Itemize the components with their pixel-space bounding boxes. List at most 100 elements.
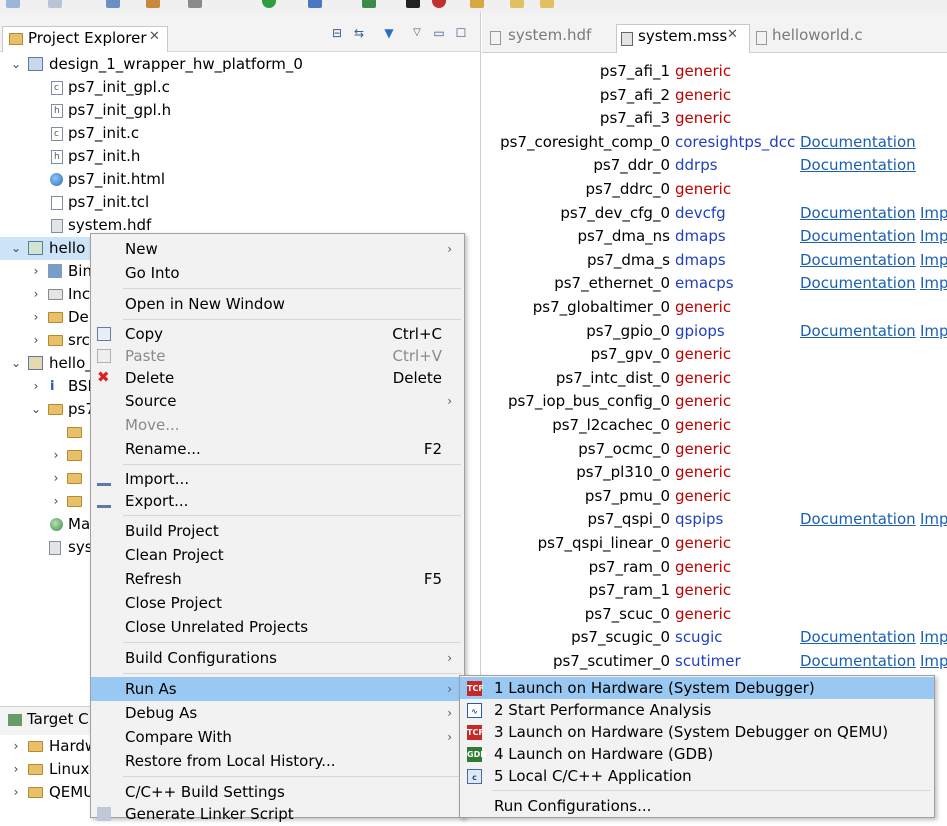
import-examples-link[interactable]: Imp (920, 271, 947, 295)
menu-item-delete[interactable]: ✖ Delete Delete (91, 366, 464, 390)
menu-item-close-project[interactable]: Close Project (91, 591, 464, 615)
close-icon[interactable]: ✕ (149, 29, 160, 44)
import-examples-link[interactable]: Imp (920, 649, 947, 673)
tab-helloworld-c[interactable]: helloworld.c (752, 24, 947, 52)
menu-item-debug-as[interactable]: Debug As › (91, 701, 464, 725)
chevron-right-icon[interactable]: › (30, 260, 42, 283)
tree-item-bsp-project[interactable]: ⌄ hello_ (0, 352, 93, 375)
import-examples-link[interactable]: Imp (920, 507, 947, 531)
tab-system-mss[interactable]: system.mss ✕ (616, 24, 750, 53)
collapse-all-icon[interactable]: ⊟ (330, 26, 344, 40)
documentation-link[interactable]: Documentation (800, 649, 916, 673)
binary-icon[interactable] (188, 0, 202, 8)
tab-target-connections[interactable]: Target C (27, 710, 89, 728)
menu-item-run-as[interactable]: Run As › (91, 677, 464, 701)
menu-item-copy[interactable]: Copy Ctrl+C (91, 322, 464, 346)
view-menu-icon[interactable]: ▽ (410, 26, 424, 40)
tree-item[interactable]: › Inc (0, 283, 91, 306)
menu-item-rename[interactable]: Rename... F2 (91, 437, 464, 461)
tree-item-file[interactable]: ps7_init_gpl.h (0, 99, 480, 123)
chevron-right-icon[interactable]: › (30, 283, 42, 306)
submenu-item-start-performance-analysis[interactable]: ∿ 2 Start Performance Analysis (460, 699, 934, 721)
back-icon[interactable] (510, 0, 524, 8)
stop-icon[interactable] (432, 0, 446, 8)
menu-item-build-project[interactable]: Build Project (91, 519, 464, 543)
minimize-icon[interactable]: ▭ (432, 26, 446, 40)
menu-item-go-into[interactable]: Go Into (91, 261, 464, 285)
chevron-down-icon[interactable]: ⌄ (30, 398, 42, 421)
tree-item[interactable]: › De (0, 306, 90, 329)
documentation-link[interactable]: Documentation (800, 224, 916, 248)
chevron-right-icon[interactable]: › (50, 444, 62, 467)
submenu-item-local-c-application[interactable]: c 5 Local C/C++ Application (460, 765, 934, 787)
submenu-item-run-configurations[interactable]: Run Configurations... (460, 795, 934, 817)
terminal-icon[interactable] (406, 0, 420, 8)
chevron-right-icon[interactable]: › (50, 467, 62, 490)
new-icon[interactable] (6, 0, 20, 8)
submenu-item-launch-hardware-gdb[interactable]: GDB 4 Launch on Hardware (GDB) (460, 743, 934, 765)
documentation-link[interactable]: Documentation (800, 201, 916, 225)
chevron-right-icon[interactable]: › (50, 490, 62, 513)
import-examples-link[interactable]: Imp (920, 201, 947, 225)
menu-item-move[interactable]: Move... (91, 413, 464, 437)
tree-item[interactable]: › Bin (0, 260, 92, 283)
documentation-link[interactable]: Documentation (800, 153, 916, 177)
tab-system-hdf[interactable]: system.hdf (486, 24, 612, 52)
tree-item[interactable] (0, 421, 90, 444)
chevron-right-icon[interactable]: › (10, 735, 22, 758)
menu-item-paste[interactable]: Paste Ctrl+V (91, 344, 464, 368)
tree-item[interactable]: › i BSI (0, 375, 92, 398)
tree-item-hello-project[interactable]: ⌄ hello (0, 237, 90, 260)
submenu-item-launch-hardware-system-debugger[interactable]: TCF 1 Launch on Hardware (System Debugge… (460, 677, 934, 699)
menu-item-open-in-new-window[interactable]: Open in New Window (91, 292, 464, 316)
tree-item[interactable]: › (0, 490, 90, 513)
documentation-link[interactable]: Documentation (800, 319, 916, 343)
menu-item-clean-project[interactable]: Clean Project (91, 543, 464, 567)
chevron-right-icon[interactable]: › (30, 329, 42, 352)
menu-item-compare-with[interactable]: Compare With › (91, 725, 464, 749)
menu-item-build-configurations[interactable]: Build Configurations › (91, 646, 464, 670)
documentation-link[interactable]: Documentation (800, 248, 916, 272)
pen-icon[interactable] (470, 0, 484, 8)
tree-item-file[interactable]: ps7_init.c (0, 122, 480, 146)
tree-item[interactable]: › (0, 444, 90, 467)
chevron-right-icon[interactable]: › (10, 781, 22, 804)
tools-icon[interactable] (362, 0, 376, 8)
menu-item-source[interactable]: Source › (91, 389, 464, 413)
run-icon[interactable] (262, 0, 276, 8)
build-icon[interactable] (146, 0, 160, 8)
chevron-right-icon[interactable]: › (30, 375, 42, 398)
save-icon[interactable] (48, 0, 62, 8)
debug-icon[interactable] (106, 0, 120, 8)
tree-item-file[interactable]: ps7_init.h (0, 145, 480, 169)
target-item[interactable]: › Hardw (0, 735, 98, 758)
filter-icon[interactable]: ▼ (382, 26, 396, 40)
tab-project-explorer[interactable]: Project Explorer ✕ (2, 26, 168, 52)
documentation-link[interactable]: Documentation (800, 271, 916, 295)
menu-item-refresh[interactable]: Refresh F5 (91, 567, 464, 591)
tree-item[interactable]: Ma (0, 513, 90, 536)
forward-icon[interactable] (540, 0, 554, 8)
menu-item-restore-local-history[interactable]: Restore from Local History... (91, 749, 464, 773)
close-icon[interactable]: ✕ (727, 27, 738, 42)
chevron-down-icon[interactable]: ⌄ (10, 352, 22, 375)
maximize-icon[interactable]: ☐ (454, 26, 468, 40)
documentation-link[interactable]: Documentation (800, 625, 916, 649)
search-icon[interactable] (308, 0, 322, 8)
import-examples-link[interactable]: Imp (920, 224, 947, 248)
tree-item-hw-platform[interactable]: ⌄ design_1_wrapper_hw_platform_0 (0, 53, 480, 76)
menu-item-generate-linker-script[interactable]: Generate Linker Script (91, 802, 464, 826)
tree-item[interactable]: › (0, 467, 90, 490)
tree-item-file[interactable]: ps7_init.tcl (0, 191, 480, 214)
menu-item-export[interactable]: Export... (91, 489, 464, 513)
chevron-right-icon[interactable]: › (10, 758, 22, 781)
target-item[interactable]: › Linux (0, 758, 90, 781)
submenu-item-launch-hardware-qemu[interactable]: TCF 3 Launch on Hardware (System Debugge… (460, 721, 934, 743)
link-with-editor-icon[interactable]: ⇆ (352, 26, 366, 40)
import-examples-link[interactable]: Imp (920, 319, 947, 343)
import-examples-link[interactable]: Imp (920, 248, 947, 272)
tree-item[interactable]: sys (0, 536, 93, 559)
documentation-link[interactable]: Documentation (800, 507, 916, 531)
menu-item-new[interactable]: New › (91, 237, 464, 261)
chevron-right-icon[interactable]: › (30, 306, 42, 329)
